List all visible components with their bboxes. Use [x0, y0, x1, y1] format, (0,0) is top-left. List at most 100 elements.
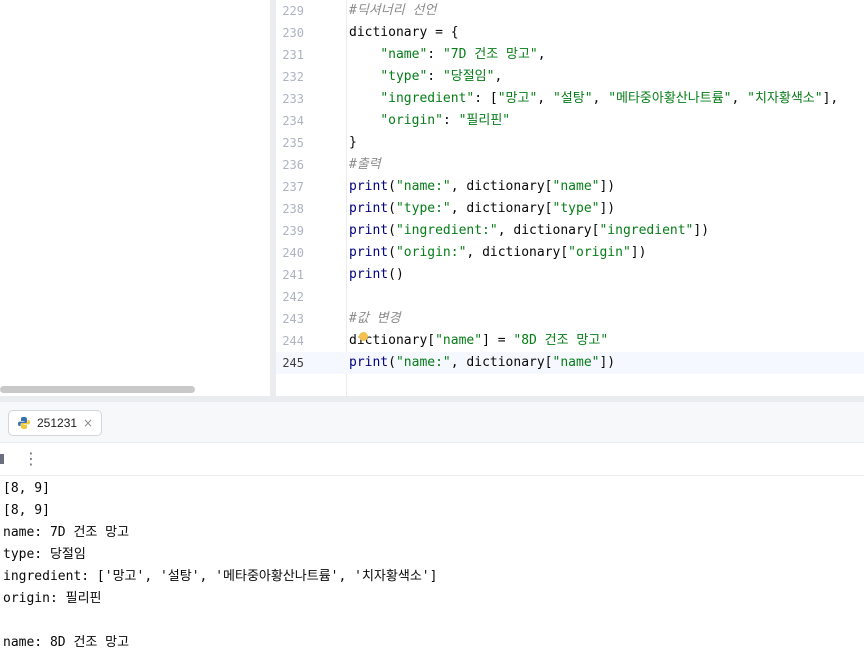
code-token: ,	[592, 91, 609, 106]
code-line[interactable]: 242	[276, 286, 864, 308]
line-number: 243	[282, 312, 304, 326]
code-line[interactable]: 245 print("name:", dictionary["name"])	[276, 352, 864, 374]
code-token: : [	[474, 91, 498, 106]
code-token: "origin:"	[395, 245, 467, 260]
code-line[interactable]: 230 dictionary = {	[276, 22, 864, 44]
intention-bulb-icon[interactable]	[359, 332, 368, 341]
code-line[interactable]: 235}	[276, 132, 864, 154]
stop-icon[interactable]	[0, 454, 4, 464]
line-number: 232	[282, 70, 304, 84]
code-token: , dictionary[	[497, 223, 600, 238]
code-token: ])	[693, 223, 710, 238]
close-icon[interactable]: ×	[83, 416, 93, 430]
code-token: "origin"	[568, 245, 631, 260]
line-number: 229	[282, 4, 304, 18]
code-token: "치자황색소"	[747, 91, 823, 106]
code-token: ])	[630, 245, 647, 260]
code-text: "type": "당절임",	[349, 66, 502, 88]
code-token: (	[388, 201, 396, 216]
console-line: ingredient: ['망고', '설탕', '메타중아황산나트륨', '치…	[3, 569, 438, 584]
code-token: "name:"	[395, 179, 451, 194]
code-token: , dictionary[	[466, 245, 569, 260]
run-toolbar: ⋮	[0, 443, 864, 476]
code-line[interactable]: 240 print("origin:", dictionary["origin"]…	[276, 242, 864, 264]
line-number: 236	[282, 158, 304, 172]
code-token: "type:"	[395, 201, 451, 216]
line-number: 238	[282, 202, 304, 216]
line-number: 235	[282, 136, 304, 150]
code-token: "ingredient"	[599, 223, 694, 238]
horizontal-scrollbar[interactable]	[0, 386, 195, 393]
code-text: dictionary["name"] = "8D 건조 망고"	[349, 330, 608, 352]
code-token: , dictionary[	[450, 179, 553, 194]
code-line[interactable]: 231 "name": "7D 건조 망고",	[276, 44, 864, 66]
code-line[interactable]: 233 "ingredient": ["망고", "설탕", "메타중아황산나트…	[276, 88, 864, 110]
code-text: #출력	[349, 154, 381, 176]
code-token: dictionary = {	[349, 25, 459, 40]
run-tool-window-header: 251231 ×	[0, 402, 864, 443]
code-token: , dictionary[	[450, 355, 553, 370]
code-token: ,	[731, 91, 748, 106]
console-line: origin: 필리핀	[3, 591, 102, 606]
code-line[interactable]: 239 print("ingredient:", dictionary["ingr…	[276, 220, 864, 242]
line-number: 244	[282, 334, 304, 348]
code-line[interactable]: 229 #딕셔너리 선언	[276, 0, 864, 22]
code-token: "ingredient:"	[395, 223, 498, 238]
code-line[interactable]: 241 print()	[276, 264, 864, 286]
code-token: "설탕"	[552, 91, 593, 106]
code-token: :	[427, 69, 443, 84]
console-line: type: 당절임	[3, 547, 86, 562]
more-options-icon[interactable]: ⋮	[22, 448, 40, 470]
code-line[interactable]: 236 #출력	[276, 154, 864, 176]
code-token: "origin"	[380, 113, 443, 128]
code-token: "당절임"	[442, 69, 495, 84]
code-token: "메타중아황산나트륨"	[608, 91, 732, 106]
code-token: "망고"	[497, 91, 538, 106]
code-text: #딕셔너리 선언	[349, 0, 436, 22]
code-token: (	[388, 179, 396, 194]
line-number: 241	[282, 268, 304, 282]
run-tab[interactable]: 251231 ×	[8, 410, 103, 436]
code-token: ])	[599, 201, 616, 216]
code-token: ,	[537, 47, 546, 62]
code-text: print("type:", dictionary["type"])	[349, 198, 615, 220]
line-number: 230	[282, 26, 304, 40]
code-token: print	[349, 267, 389, 282]
code-text: print("origin:", dictionary["origin"])	[349, 242, 646, 264]
run-tab-label: 251231	[37, 416, 78, 430]
code-token: print	[349, 179, 389, 194]
code-text: "name": "7D 건조 망고",	[349, 44, 546, 66]
code-line[interactable]: 234 "origin": "필리핀"	[276, 110, 864, 132]
line-number: 237	[282, 180, 304, 194]
code-token: "8D 건조 망고"	[513, 333, 609, 348]
line-number: 245	[282, 356, 304, 370]
code-token: print	[349, 245, 389, 260]
code-token: print	[349, 201, 389, 216]
code-token: "type"	[380, 69, 428, 84]
code-token: print	[349, 355, 389, 370]
code-token: :	[427, 47, 443, 62]
code-token: ()	[388, 267, 404, 282]
code-token: "필리핀"	[458, 113, 511, 128]
python-icon	[18, 417, 30, 429]
code-token: "type"	[552, 201, 600, 216]
code-line[interactable]: 232 "type": "당절임",	[276, 66, 864, 88]
code-text: print("name:", dictionary["name"])	[349, 176, 615, 198]
console-output[interactable]: [8, 9] [8, 9] name: 7D 건조 망고 type: 당절임 ingre…	[0, 478, 864, 652]
code-line[interactable]: 237 print("name:", dictionary["name"])	[276, 176, 864, 198]
code-token: (	[388, 245, 396, 260]
code-text: print()	[349, 264, 404, 286]
code-line[interactable]: 238 print("type:", dictionary["type"])	[276, 198, 864, 220]
code-text: #값 변경	[349, 308, 401, 330]
code-token: print	[349, 223, 389, 238]
code-token: #딕셔너리 선언	[349, 3, 437, 18]
code-text: dictionary = {	[349, 22, 459, 44]
line-number: 242	[282, 290, 304, 304]
code-token: #출력	[349, 157, 381, 172]
code-token: }	[349, 135, 357, 150]
code-token: #값 변경	[349, 311, 401, 326]
code-line[interactable]: 243 #값 변경	[276, 308, 864, 330]
code-token: ])	[599, 355, 616, 370]
